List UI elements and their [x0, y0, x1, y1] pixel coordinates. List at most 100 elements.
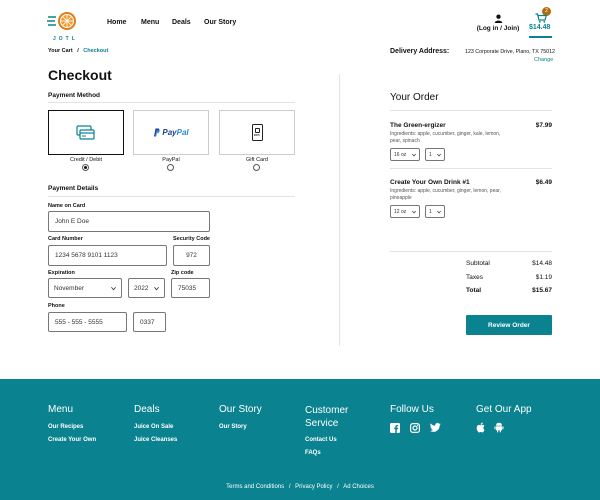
payment-method-heading: Payment Method: [48, 92, 101, 99]
breadcrumb-your-cart[interactable]: Your Cart: [48, 48, 73, 54]
payment-method-credit-card[interactable]: [48, 110, 124, 155]
zip-code-value: 75035: [178, 284, 197, 292]
payment-method-label-gift: Gift Card: [245, 157, 268, 163]
facebook-icon[interactable]: [390, 423, 400, 433]
footer-link-faqs[interactable]: FAQs: [305, 450, 321, 456]
footer-link-ad-choices[interactable]: Ad Choices: [343, 484, 374, 490]
footer-link-contact-us[interactable]: Contact Us: [305, 437, 337, 443]
delivery-address-label: Delivery Address:: [390, 48, 450, 55]
card-number-input[interactable]: 1234 5678 9101 1123: [48, 245, 167, 266]
review-order-label: Review Order: [488, 321, 530, 329]
order-item-price: $6.49: [535, 179, 552, 186]
nav-our-story[interactable]: Our Story: [204, 19, 236, 26]
phone-extension-input[interactable]: 0337: [133, 312, 166, 332]
security-code-input[interactable]: 972: [173, 245, 210, 266]
payment-method-gift-card[interactable]: JOTL: [219, 110, 295, 155]
expiration-year-select[interactable]: 2022: [128, 278, 165, 298]
nav-home[interactable]: Home: [107, 19, 126, 26]
order-title: Your Order: [390, 92, 439, 103]
footer-link-create-your-own[interactable]: Create Your Own: [48, 437, 96, 443]
gift-card-icon: JOTL: [251, 124, 263, 141]
chevron-down-icon: [111, 286, 116, 290]
expiration-label: Expiration: [48, 270, 75, 276]
zip-code-label: Zip code: [171, 270, 194, 276]
order-item-size-select[interactable]: 16 oz: [390, 148, 420, 161]
chevron-down-icon: [437, 210, 441, 214]
footer-link-juice-on-sale[interactable]: Juice On Sale: [134, 424, 173, 430]
cart-icon: [535, 13, 547, 23]
breadcrumb: Your Cart / Checkout: [48, 48, 108, 54]
apple-icon[interactable]: [476, 422, 485, 433]
expiration-year-value: 2022: [134, 284, 149, 292]
radio-gift-card[interactable]: [253, 164, 260, 171]
cart-underline: [529, 36, 552, 38]
account-link[interactable]: (Log in / Join): [476, 14, 520, 32]
name-on-card-label: Name on Card: [48, 203, 86, 209]
subtotal-label: Subtotal: [466, 260, 490, 267]
user-icon: [494, 14, 502, 23]
column-divider: [339, 74, 340, 346]
breadcrumb-checkout: Checkout: [83, 48, 109, 54]
expiration-month-select[interactable]: November: [48, 278, 122, 298]
card-number-value: 1234 5678 9101 1123: [55, 252, 118, 259]
footer-service-title: Customer Service: [305, 405, 349, 429]
site-logo[interactable]: JOTL: [47, 11, 79, 42]
payment-method-label-credit: Credit / Debit: [69, 157, 103, 163]
phone-value: 555 - 555 - 5555: [55, 318, 103, 326]
paypal-logo-pay: Pay: [162, 128, 177, 137]
nav-deals[interactable]: Deals: [172, 19, 191, 26]
phone-input[interactable]: 555 - 555 - 5555: [48, 312, 127, 332]
order-item-qty-select[interactable]: 1: [425, 205, 445, 218]
footer-link-our-story[interactable]: Our Story: [219, 424, 247, 430]
chevron-down-icon: [412, 210, 416, 214]
divider: [390, 110, 552, 111]
name-on-card-value: John E Doe: [55, 218, 89, 225]
order-item-qty-value: 1: [429, 208, 432, 215]
divider: [48, 196, 295, 197]
order-item-size-value: 16 oz: [394, 151, 407, 158]
radio-credit-debit[interactable]: [82, 164, 89, 171]
payment-method-paypal[interactable]: Pay Pal: [133, 110, 209, 155]
footer-follow-title: Follow Us: [390, 404, 434, 415]
footer-app-title: Get Our App: [476, 404, 532, 415]
order-item-qty-select[interactable]: 1: [425, 148, 445, 161]
order-item-ingredients: Ingredients: apple, cucumber, ginger, ka…: [390, 131, 501, 144]
credit-card-icon: [76, 124, 95, 140]
name-on-card-input[interactable]: John E Doe: [48, 211, 210, 232]
gift-card-mark: JOTL: [253, 134, 261, 137]
chevron-down-icon: [412, 153, 416, 157]
footer-link-juice-cleanses[interactable]: Juice Cleanses: [134, 437, 177, 443]
footer-legal-separator: /: [337, 484, 339, 490]
radio-paypal[interactable]: [167, 164, 174, 171]
divider: [48, 102, 295, 103]
taxes-value: $1.19: [535, 274, 552, 281]
footer-legal-links: Terms and Conditions / Privacy Policy / …: [0, 484, 600, 490]
phone-extension-value: 0337: [140, 318, 155, 326]
footer-link-our-recipes[interactable]: Our Recipes: [48, 424, 83, 430]
footer-deals-title: Deals: [134, 404, 160, 415]
card-number-label: Card Number: [48, 236, 83, 242]
taxes-label: Taxes: [466, 274, 483, 281]
order-item-name: Create Your Own Drink #1: [390, 179, 470, 186]
nav-menu[interactable]: Menu: [141, 19, 159, 26]
chevron-down-icon: [154, 286, 159, 290]
security-code-label: Security Code: [173, 236, 210, 242]
review-order-button[interactable]: Review Order: [466, 315, 552, 335]
zip-code-input[interactable]: 75035: [171, 278, 210, 298]
site-footer: Menu Our Recipes Create Your Own Deals J…: [0, 379, 600, 500]
footer-link-terms[interactable]: Terms and Conditions: [226, 484, 284, 490]
footer-link-privacy[interactable]: Privacy Policy: [295, 484, 332, 490]
paypal-logo: Pay Pal: [153, 128, 189, 137]
instagram-icon[interactable]: [410, 423, 420, 433]
order-item-size-value: 12 oz: [394, 208, 407, 215]
footer-menu-title: Menu: [48, 404, 74, 415]
twitter-icon[interactable]: [430, 423, 441, 432]
paypal-logo-pal: Pal: [176, 128, 189, 137]
divider: [390, 251, 552, 252]
order-item-size-select[interactable]: 12 oz: [390, 205, 420, 218]
delivery-change-link[interactable]: Change: [534, 57, 553, 63]
android-icon[interactable]: [494, 422, 504, 433]
total-value: $15.67: [532, 287, 552, 294]
cart-button[interactable]: 2 $14.48: [529, 6, 553, 40]
order-item-qty-value: 1: [429, 151, 432, 158]
